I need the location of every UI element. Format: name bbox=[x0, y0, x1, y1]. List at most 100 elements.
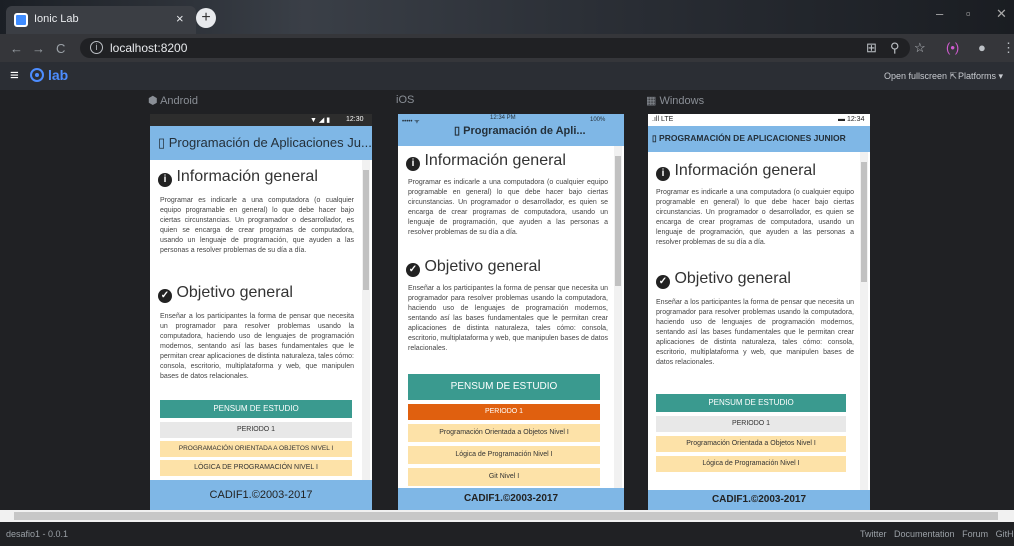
windows-scroll-thumb[interactable] bbox=[861, 162, 867, 282]
windows-item-poo[interactable]: Programación Orientada a Objetos Nivel I bbox=[656, 436, 846, 452]
new-tab-button[interactable]: + bbox=[196, 8, 216, 28]
zoom-icon[interactable]: ⚲ bbox=[890, 40, 900, 56]
windows-device: .ıll LTE ▬ 12:34 ▯ PROGRAMACIÓN DE APLIC… bbox=[648, 114, 870, 510]
ios-label: iOS bbox=[396, 94, 415, 106]
address-bar: ← → C i localhost:8200 ⊞ ⚲ ☆ (•) ● ⋮ bbox=[0, 34, 1014, 62]
info-icon: i bbox=[406, 157, 420, 171]
account-icon[interactable]: ● bbox=[978, 40, 986, 55]
ionic-logo-icon bbox=[30, 68, 44, 82]
check-circle-icon: ✓ bbox=[656, 275, 670, 289]
windows-status-bar: .ıll LTE ▬ 12:34 bbox=[648, 114, 870, 126]
android-scroll-thumb[interactable] bbox=[363, 170, 369, 290]
browser-tab-strip: Ionic Lab × + – ▫ ✕ bbox=[0, 0, 1014, 34]
ios-scroll-thumb[interactable] bbox=[615, 156, 621, 286]
ios-objective-heading: ✓ Objetivo general bbox=[406, 258, 541, 277]
windows-info-text: Programar es indicarle a una computadora… bbox=[656, 189, 854, 246]
check-circle-icon: ✓ bbox=[158, 289, 172, 303]
android-label: ⬢ Android bbox=[148, 95, 198, 107]
ios-device: ••••• ᯤ 12:34 PM 100% ▯ Programación de … bbox=[398, 114, 624, 510]
preview-area: ⬢ Android iOS ▦ Windows ▼ ◢ ▮ 12:30 ▯ Pr… bbox=[0, 90, 1014, 510]
windows-scrollbar[interactable] bbox=[860, 152, 868, 490]
android-pensum-button[interactable]: PENSUM DE ESTUDIO bbox=[160, 400, 352, 418]
android-toolbar: ▯ Programación de Aplicaciones Ju... bbox=[150, 126, 372, 160]
forum-link[interactable]: Forum bbox=[962, 529, 988, 539]
ios-content[interactable]: i Información general Programar es indic… bbox=[398, 146, 624, 488]
android-item-poo[interactable]: PROGRAMACIÓN ORIENTADA A OBJETOS NIVEL I bbox=[160, 441, 352, 457]
forward-icon[interactable]: → bbox=[32, 41, 45, 56]
ios-toolbar: ••••• ᯤ 12:34 PM 100% ▯ Programación de … bbox=[398, 114, 624, 146]
windows-periodo-button[interactable]: PERIODO 1 bbox=[656, 416, 846, 432]
ios-item-poo[interactable]: Programación Orientada a Objetos Nivel I bbox=[408, 424, 600, 442]
footer-links: Twitter Documentation Forum GitHub bbox=[860, 529, 1014, 539]
android-content[interactable]: i Información general Programar es indic… bbox=[150, 160, 372, 480]
back-icon[interactable]: ← bbox=[10, 41, 23, 56]
ios-info-heading: i Información general bbox=[406, 152, 566, 171]
windows-pensum-button[interactable]: PENSUM DE ESTUDIO bbox=[656, 394, 846, 412]
translate-icon[interactable]: ⊞ bbox=[866, 40, 877, 56]
android-info-heading: i Información general bbox=[158, 168, 318, 187]
ios-item-logica[interactable]: Lógica de Programación Nivel I bbox=[408, 446, 600, 464]
android-status-bar: ▼ ◢ ▮ 12:30 bbox=[150, 114, 372, 126]
android-objective-text: Enseñar a los participantes la forma de … bbox=[160, 313, 354, 380]
windows-label: ▦ Windows bbox=[646, 95, 705, 107]
android-scrollbar[interactable] bbox=[362, 160, 370, 480]
android-objective-heading: ✓ Objetivo general bbox=[158, 284, 293, 303]
windows-footer: CADIF1.©2003-2017 bbox=[648, 490, 870, 510]
open-fullscreen-link[interactable]: Open fullscreen ⇱ bbox=[884, 71, 957, 82]
android-item-logica[interactable]: LÓGICA DE PROGRAMACIÓN NIVEL I bbox=[160, 460, 352, 476]
check-circle-icon: ✓ bbox=[406, 263, 420, 277]
android-info-text: Programar es indicarle a una computadora… bbox=[160, 197, 354, 254]
lab-logo-text: lab bbox=[48, 67, 69, 83]
browser-tab[interactable]: Ionic Lab × bbox=[6, 6, 196, 34]
info-icon: i bbox=[656, 167, 670, 181]
windows-toolbar: ▯ PROGRAMACIÓN DE APLICACIONES JUNIOR bbox=[648, 126, 870, 152]
android-device: ▼ ◢ ▮ 12:30 ▯ Programación de Aplicacion… bbox=[150, 114, 372, 510]
ios-battery: 100% bbox=[590, 117, 606, 123]
horizontal-scroll-thumb[interactable] bbox=[14, 512, 998, 520]
info-icon[interactable]: i bbox=[90, 41, 103, 54]
cast-icon[interactable]: (•) bbox=[946, 40, 959, 55]
ios-objective-text: Enseñar a los participantes la forma de … bbox=[408, 285, 608, 352]
ios-info-text: Programar es indicarle a una computadora… bbox=[408, 179, 608, 236]
windows-content[interactable]: i Información general Programar es indic… bbox=[648, 152, 870, 490]
twitter-link[interactable]: Twitter bbox=[860, 529, 887, 539]
windows-signal: .ıll LTE bbox=[652, 116, 674, 123]
ios-scrollbar[interactable] bbox=[614, 146, 622, 488]
hamburger-menu-icon[interactable]: ≡ bbox=[10, 67, 19, 84]
close-window-icon[interactable]: ✕ bbox=[996, 6, 1007, 22]
android-footer: CADIF1.©2003-2017 bbox=[150, 480, 372, 510]
app-version: desafio1 - 0.0.1 bbox=[6, 529, 69, 539]
android-title: ▯ Programación de Aplicaciones Ju... bbox=[158, 135, 372, 150]
android-signal-icon: ▼ ◢ ▮ bbox=[310, 117, 331, 124]
lab-footer-bar: desafio1 - 0.0.1 Twitter Documentation F… bbox=[0, 522, 1014, 546]
windows-info-heading: i Información general bbox=[656, 162, 816, 181]
url-field[interactable]: i localhost:8200 bbox=[80, 38, 910, 58]
windows-title: ▯ PROGRAMACIÓN DE APLICACIONES JUNIOR bbox=[652, 133, 846, 143]
windows-objective-heading: ✓ Objetivo general bbox=[656, 270, 791, 289]
ios-pensum-button[interactable]: PENSUM DE ESTUDIO bbox=[408, 374, 600, 400]
info-icon: i bbox=[158, 173, 172, 187]
github-link[interactable]: GitHub bbox=[996, 529, 1014, 539]
windows-time: ▬ 12:34 bbox=[838, 116, 865, 123]
ios-title: ▯ Programación de Apli... bbox=[454, 125, 586, 137]
android-periodo-button[interactable]: PERIODO 1 bbox=[160, 422, 352, 438]
platforms-dropdown[interactable]: Platforms ▾ bbox=[958, 71, 1003, 82]
minimize-icon[interactable]: – bbox=[936, 6, 943, 21]
menu-dots-icon[interactable]: ⋮ bbox=[1002, 40, 1014, 56]
ios-item-git[interactable]: Git Nivel I bbox=[408, 468, 600, 486]
url-text: localhost:8200 bbox=[110, 41, 188, 55]
ionic-favicon-icon bbox=[14, 13, 28, 27]
ios-footer: CADIF1.©2003-2017 bbox=[398, 488, 624, 510]
ios-periodo-button[interactable]: PERIODO 1 bbox=[408, 404, 600, 420]
tab-close-icon[interactable]: × bbox=[176, 11, 184, 26]
android-time: 12:30 bbox=[346, 116, 364, 123]
windows-item-logica[interactable]: Lógica de Programación Nivel I bbox=[656, 456, 846, 472]
bookmark-star-icon[interactable]: ☆ bbox=[914, 40, 926, 56]
tab-title: Ionic Lab bbox=[34, 13, 79, 25]
restore-icon[interactable]: ▫ bbox=[966, 6, 971, 21]
horizontal-scrollbar[interactable] bbox=[0, 510, 1014, 522]
ios-time: 12:34 PM bbox=[490, 115, 516, 121]
reload-icon[interactable]: C bbox=[56, 41, 65, 56]
ios-carrier: ••••• ᯤ bbox=[402, 119, 420, 125]
documentation-link[interactable]: Documentation bbox=[894, 529, 955, 539]
